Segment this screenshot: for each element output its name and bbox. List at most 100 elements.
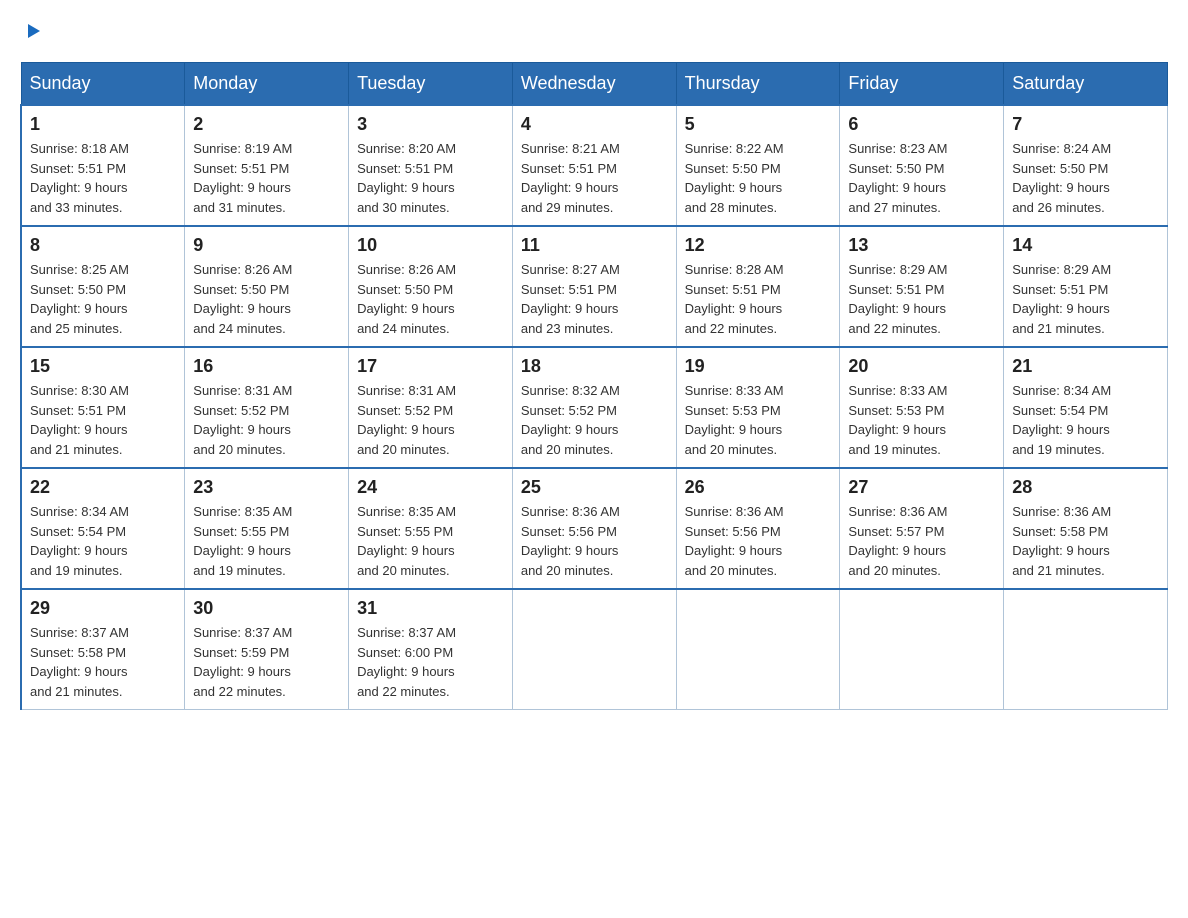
day-number: 7	[1012, 114, 1159, 135]
day-info: Sunrise: 8:37 AM Sunset: 6:00 PM Dayligh…	[357, 623, 504, 701]
calendar-cell: 14 Sunrise: 8:29 AM Sunset: 5:51 PM Dayl…	[1004, 226, 1168, 347]
day-number: 23	[193, 477, 340, 498]
day-number: 1	[30, 114, 176, 135]
day-info: Sunrise: 8:30 AM Sunset: 5:51 PM Dayligh…	[30, 381, 176, 459]
day-info: Sunrise: 8:35 AM Sunset: 5:55 PM Dayligh…	[193, 502, 340, 580]
day-number: 27	[848, 477, 995, 498]
logo-arrow-icon	[22, 20, 44, 42]
calendar-cell: 11 Sunrise: 8:27 AM Sunset: 5:51 PM Dayl…	[512, 226, 676, 347]
day-info: Sunrise: 8:36 AM Sunset: 5:56 PM Dayligh…	[685, 502, 832, 580]
calendar-cell: 7 Sunrise: 8:24 AM Sunset: 5:50 PM Dayli…	[1004, 105, 1168, 226]
calendar-cell: 24 Sunrise: 8:35 AM Sunset: 5:55 PM Dayl…	[349, 468, 513, 589]
calendar-cell	[1004, 589, 1168, 710]
day-info: Sunrise: 8:34 AM Sunset: 5:54 PM Dayligh…	[1012, 381, 1159, 459]
calendar-cell: 9 Sunrise: 8:26 AM Sunset: 5:50 PM Dayli…	[185, 226, 349, 347]
day-info: Sunrise: 8:36 AM Sunset: 5:56 PM Dayligh…	[521, 502, 668, 580]
page-header	[20, 20, 1168, 42]
calendar-table: SundayMondayTuesdayWednesdayThursdayFrid…	[20, 62, 1168, 710]
day-info: Sunrise: 8:31 AM Sunset: 5:52 PM Dayligh…	[357, 381, 504, 459]
day-info: Sunrise: 8:19 AM Sunset: 5:51 PM Dayligh…	[193, 139, 340, 217]
calendar-cell	[512, 589, 676, 710]
day-number: 17	[357, 356, 504, 377]
weekday-header-friday: Friday	[840, 63, 1004, 106]
day-number: 9	[193, 235, 340, 256]
day-number: 22	[30, 477, 176, 498]
calendar-cell: 28 Sunrise: 8:36 AM Sunset: 5:58 PM Dayl…	[1004, 468, 1168, 589]
day-number: 13	[848, 235, 995, 256]
calendar-cell: 20 Sunrise: 8:33 AM Sunset: 5:53 PM Dayl…	[840, 347, 1004, 468]
calendar-cell: 10 Sunrise: 8:26 AM Sunset: 5:50 PM Dayl…	[349, 226, 513, 347]
calendar-week-4: 22 Sunrise: 8:34 AM Sunset: 5:54 PM Dayl…	[21, 468, 1168, 589]
day-info: Sunrise: 8:36 AM Sunset: 5:57 PM Dayligh…	[848, 502, 995, 580]
day-number: 2	[193, 114, 340, 135]
calendar-cell: 17 Sunrise: 8:31 AM Sunset: 5:52 PM Dayl…	[349, 347, 513, 468]
day-info: Sunrise: 8:29 AM Sunset: 5:51 PM Dayligh…	[848, 260, 995, 338]
calendar-cell: 18 Sunrise: 8:32 AM Sunset: 5:52 PM Dayl…	[512, 347, 676, 468]
calendar-cell: 29 Sunrise: 8:37 AM Sunset: 5:58 PM Dayl…	[21, 589, 185, 710]
day-number: 26	[685, 477, 832, 498]
calendar-week-5: 29 Sunrise: 8:37 AM Sunset: 5:58 PM Dayl…	[21, 589, 1168, 710]
day-number: 16	[193, 356, 340, 377]
day-number: 18	[521, 356, 668, 377]
calendar-cell: 21 Sunrise: 8:34 AM Sunset: 5:54 PM Dayl…	[1004, 347, 1168, 468]
day-number: 28	[1012, 477, 1159, 498]
day-number: 19	[685, 356, 832, 377]
day-info: Sunrise: 8:31 AM Sunset: 5:52 PM Dayligh…	[193, 381, 340, 459]
day-number: 8	[30, 235, 176, 256]
day-info: Sunrise: 8:32 AM Sunset: 5:52 PM Dayligh…	[521, 381, 668, 459]
weekday-header-wednesday: Wednesday	[512, 63, 676, 106]
calendar-cell: 2 Sunrise: 8:19 AM Sunset: 5:51 PM Dayli…	[185, 105, 349, 226]
day-info: Sunrise: 8:35 AM Sunset: 5:55 PM Dayligh…	[357, 502, 504, 580]
weekday-header-row: SundayMondayTuesdayWednesdayThursdayFrid…	[21, 63, 1168, 106]
calendar-cell: 25 Sunrise: 8:36 AM Sunset: 5:56 PM Dayl…	[512, 468, 676, 589]
day-number: 11	[521, 235, 668, 256]
day-info: Sunrise: 8:34 AM Sunset: 5:54 PM Dayligh…	[30, 502, 176, 580]
calendar-cell: 3 Sunrise: 8:20 AM Sunset: 5:51 PM Dayli…	[349, 105, 513, 226]
day-number: 12	[685, 235, 832, 256]
day-info: Sunrise: 8:33 AM Sunset: 5:53 PM Dayligh…	[685, 381, 832, 459]
calendar-cell	[840, 589, 1004, 710]
day-number: 4	[521, 114, 668, 135]
day-info: Sunrise: 8:37 AM Sunset: 5:58 PM Dayligh…	[30, 623, 176, 701]
calendar-cell: 27 Sunrise: 8:36 AM Sunset: 5:57 PM Dayl…	[840, 468, 1004, 589]
day-info: Sunrise: 8:26 AM Sunset: 5:50 PM Dayligh…	[193, 260, 340, 338]
day-number: 14	[1012, 235, 1159, 256]
day-number: 24	[357, 477, 504, 498]
weekday-header-saturday: Saturday	[1004, 63, 1168, 106]
day-number: 21	[1012, 356, 1159, 377]
logo	[20, 20, 44, 42]
day-number: 15	[30, 356, 176, 377]
day-info: Sunrise: 8:20 AM Sunset: 5:51 PM Dayligh…	[357, 139, 504, 217]
calendar-cell: 30 Sunrise: 8:37 AM Sunset: 5:59 PM Dayl…	[185, 589, 349, 710]
calendar-cell: 19 Sunrise: 8:33 AM Sunset: 5:53 PM Dayl…	[676, 347, 840, 468]
day-number: 29	[30, 598, 176, 619]
day-info: Sunrise: 8:37 AM Sunset: 5:59 PM Dayligh…	[193, 623, 340, 701]
calendar-cell	[676, 589, 840, 710]
day-number: 3	[357, 114, 504, 135]
calendar-cell: 6 Sunrise: 8:23 AM Sunset: 5:50 PM Dayli…	[840, 105, 1004, 226]
weekday-header-monday: Monday	[185, 63, 349, 106]
calendar-cell: 15 Sunrise: 8:30 AM Sunset: 5:51 PM Dayl…	[21, 347, 185, 468]
calendar-cell: 8 Sunrise: 8:25 AM Sunset: 5:50 PM Dayli…	[21, 226, 185, 347]
day-info: Sunrise: 8:26 AM Sunset: 5:50 PM Dayligh…	[357, 260, 504, 338]
day-number: 5	[685, 114, 832, 135]
day-number: 30	[193, 598, 340, 619]
day-info: Sunrise: 8:27 AM Sunset: 5:51 PM Dayligh…	[521, 260, 668, 338]
day-number: 6	[848, 114, 995, 135]
day-info: Sunrise: 8:18 AM Sunset: 5:51 PM Dayligh…	[30, 139, 176, 217]
calendar-week-2: 8 Sunrise: 8:25 AM Sunset: 5:50 PM Dayli…	[21, 226, 1168, 347]
calendar-week-1: 1 Sunrise: 8:18 AM Sunset: 5:51 PM Dayli…	[21, 105, 1168, 226]
day-number: 20	[848, 356, 995, 377]
weekday-header-thursday: Thursday	[676, 63, 840, 106]
day-info: Sunrise: 8:25 AM Sunset: 5:50 PM Dayligh…	[30, 260, 176, 338]
calendar-cell: 23 Sunrise: 8:35 AM Sunset: 5:55 PM Dayl…	[185, 468, 349, 589]
day-number: 10	[357, 235, 504, 256]
calendar-cell: 31 Sunrise: 8:37 AM Sunset: 6:00 PM Dayl…	[349, 589, 513, 710]
calendar-cell: 16 Sunrise: 8:31 AM Sunset: 5:52 PM Dayl…	[185, 347, 349, 468]
weekday-header-sunday: Sunday	[21, 63, 185, 106]
day-number: 31	[357, 598, 504, 619]
day-info: Sunrise: 8:21 AM Sunset: 5:51 PM Dayligh…	[521, 139, 668, 217]
day-info: Sunrise: 8:24 AM Sunset: 5:50 PM Dayligh…	[1012, 139, 1159, 217]
day-info: Sunrise: 8:33 AM Sunset: 5:53 PM Dayligh…	[848, 381, 995, 459]
calendar-cell: 12 Sunrise: 8:28 AM Sunset: 5:51 PM Dayl…	[676, 226, 840, 347]
